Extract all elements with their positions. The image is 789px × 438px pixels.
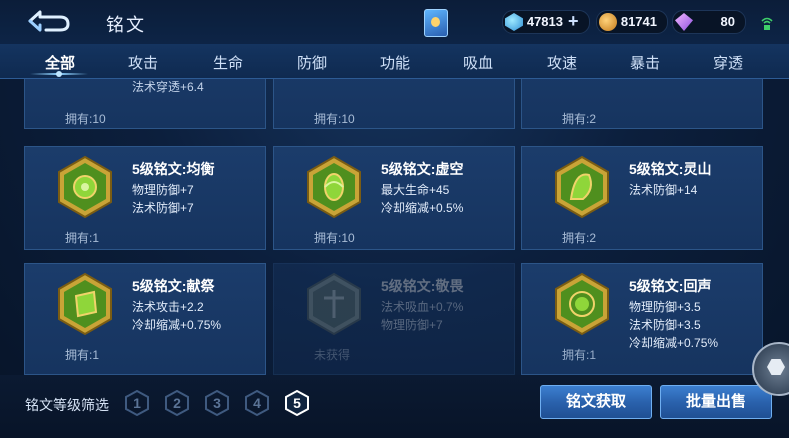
rune-spirit-mountain-icon <box>555 155 609 219</box>
level-filter-2[interactable]: 2 <box>165 389 189 417</box>
owned-count: 拥有:1 <box>562 348 597 362</box>
rune-stat: 法术穿透+6.4 <box>132 80 204 94</box>
rune-balance-icon <box>58 155 112 219</box>
owned-count: 拥有:10 <box>314 112 355 126</box>
rune-name: 5级铭文:均衡 <box>132 161 215 177</box>
rune-card-sacrifice[interactable]: 5级铭文:献祭 法术攻击+2.2 冷却缩减+0.75% 拥有:1 <box>24 263 266 375</box>
level-filter-3[interactable]: 3 <box>205 389 229 417</box>
tab-utility[interactable]: 功能 <box>380 52 410 73</box>
rune-sacrifice-icon <box>58 272 112 336</box>
level-number: 5 <box>293 395 301 411</box>
rune-card-partial[interactable]: 拥有:10 <box>273 79 515 129</box>
rune-name: 5级铭文:回声 <box>629 278 712 294</box>
rune-card-void[interactable]: 5级铭文:虚空 最大生命+45 冷却缩减+0.5% 拥有:10 <box>273 146 515 250</box>
rune-card-spirit-mountain[interactable]: 5级铭文:灵山 法术防御+14 拥有:2 <box>521 146 763 250</box>
rune-card-awe[interactable]: 5级铭文:敬畏 法术吸血+0.7% 物理防御+7 未获得 <box>273 263 515 375</box>
rune-void-icon <box>307 155 361 219</box>
rune-card-partial[interactable]: 拥有:2 <box>521 79 763 129</box>
gem-balance: 80 <box>672 10 746 34</box>
rune-card-icon[interactable] <box>424 9 448 37</box>
gold-value: 81741 <box>620 14 657 29</box>
rune-name: 5级铭文:灵山 <box>629 161 712 177</box>
gold-coin-icon <box>599 13 617 31</box>
tab-defense[interactable]: 防御 <box>297 52 327 73</box>
rune-awe-icon <box>307 272 361 336</box>
gold-balance: 81741 <box>596 10 668 34</box>
owned-count: 拥有:1 <box>65 348 100 362</box>
gem-value: 80 <box>720 14 735 29</box>
rune-stat: 法术防御+7 <box>132 201 194 215</box>
owned-count: 拥有:10 <box>314 231 355 245</box>
level-number: 4 <box>253 395 261 411</box>
tab-critical[interactable]: 暴击 <box>630 52 660 73</box>
tab-penetration[interactable]: 穿透 <box>713 52 743 73</box>
get-rune-button[interactable]: 铭文获取 <box>540 385 652 419</box>
rune-card-balance[interactable]: 5级铭文:均衡 物理防御+7 法术防御+7 拥有:1 <box>24 146 266 250</box>
rune-stat: 法术防御+14 <box>629 183 698 197</box>
owned-count: 未获得 <box>314 348 351 362</box>
rune-name: 5级铭文:虚空 <box>381 161 464 177</box>
rune-card-partial[interactable]: 法术穿透+6.4 拥有:10 <box>24 79 266 129</box>
level-number: 3 <box>213 395 221 411</box>
category-tabs: 全部 攻击 生命 防御 功能 吸血 攻速 暴击 穿透 <box>0 44 789 79</box>
add-currency-button[interactable]: + <box>568 11 579 32</box>
active-tab-dot <box>56 71 62 77</box>
rune-stat: 冷却缩减+0.75% <box>132 318 222 332</box>
tab-health[interactable]: 生命 <box>213 52 243 73</box>
back-button[interactable] <box>26 8 72 34</box>
rune-stat: 法术攻击+2.2 <box>132 300 204 314</box>
rune-stat: 法术吸血+0.7% <box>381 300 464 314</box>
tab-attack-speed[interactable]: 攻速 <box>547 52 577 73</box>
gem-icon <box>675 13 693 31</box>
diamond-icon <box>505 13 523 31</box>
rune-stat: 法术防御+3.5 <box>629 318 701 332</box>
rune-name: 5级铭文:敬畏 <box>381 278 464 294</box>
level-filter-4[interactable]: 4 <box>245 389 269 417</box>
rune-stat: 最大生命+45 <box>381 183 450 197</box>
owned-count: 拥有:10 <box>65 112 106 126</box>
tab-attack[interactable]: 攻击 <box>128 52 158 73</box>
tab-lifesteal[interactable]: 吸血 <box>463 52 493 73</box>
signal-icon <box>761 17 773 30</box>
rune-stat: 冷却缩减+0.75% <box>629 336 719 350</box>
rune-stat: 物理防御+7 <box>132 183 194 197</box>
rune-card-echo[interactable]: 5级铭文:回声 物理防御+3.5 法术防御+3.5 冷却缩减+0.75% 拥有:… <box>521 263 763 375</box>
diamond-value: 47813 <box>526 14 563 29</box>
rune-stat: 物理防御+3.5 <box>629 300 701 314</box>
bottom-bar: 铭文等级筛选 1 2 3 4 5 铭文获取 批量出售 <box>0 375 789 438</box>
rune-stat: 物理防御+7 <box>381 318 443 332</box>
top-bar: 铭文 47813 + 81741 80 <box>0 0 789 44</box>
page-title: 铭文 <box>106 15 146 35</box>
level-filter-1[interactable]: 1 <box>125 389 149 417</box>
rune-grid: 法术穿透+6.4 拥有:10 拥有:10 拥有:2 5级铭文:均衡 物理防御+7… <box>0 79 789 375</box>
owned-count: 拥有:1 <box>65 231 100 245</box>
level-filter-label: 铭文等级筛选 <box>25 397 109 413</box>
owned-count: 拥有:2 <box>562 112 597 126</box>
level-filter-5[interactable]: 5 <box>285 389 309 417</box>
rune-name: 5级铭文:献祭 <box>132 278 215 294</box>
level-number: 2 <box>173 395 181 411</box>
level-number: 1 <box>133 395 141 411</box>
rune-echo-icon <box>555 272 609 336</box>
back-arrow-icon <box>28 10 70 32</box>
tab-all[interactable]: 全部 <box>45 52 75 73</box>
rune-stat: 冷却缩减+0.5% <box>381 201 464 215</box>
owned-count: 拥有:2 <box>562 231 597 245</box>
batch-sell-button[interactable]: 批量出售 <box>660 385 772 419</box>
